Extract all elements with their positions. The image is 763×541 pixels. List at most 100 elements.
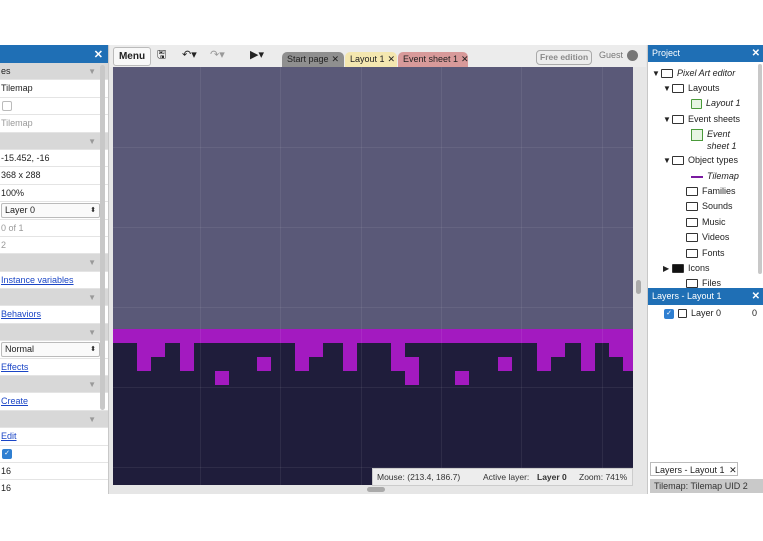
tile-block: [309, 343, 323, 357]
project-tree: ▼ Pixel Art editor ▼ Layouts Layout 1 ▼ Event …: [648, 62, 763, 289]
menu-button[interactable]: Menu: [113, 47, 151, 66]
property-link-text[interactable]: Effects: [1, 362, 28, 372]
property-value: Tilemap: [0, 115, 108, 133]
layer-row[interactable]: ✓ Layer 0 0: [663, 307, 761, 319]
avatar[interactable]: [627, 50, 638, 61]
project-item-label: Fonts: [702, 248, 725, 258]
close-project-icon[interactable]: ✕: [752, 45, 760, 62]
grid-line: [280, 67, 281, 485]
property-link[interactable]: Behaviors: [0, 306, 108, 324]
project-item[interactable]: Sounds: [677, 200, 733, 212]
property-checkbox[interactable]: ✓: [0, 446, 108, 463]
tile-block: [151, 343, 165, 357]
tile-block: [537, 357, 551, 371]
expand-down-icon[interactable]: ▼: [652, 68, 661, 80]
property-checkbox[interactable]: [0, 98, 108, 116]
chevron-down-icon[interactable]: ▼: [88, 411, 96, 427]
close-tab-icon[interactable]: ✕: [729, 465, 737, 475]
select-value: Layer 0: [5, 205, 36, 216]
expand-down-icon[interactable]: ▼: [663, 83, 672, 95]
play-icon[interactable]: ▶▾: [250, 48, 264, 62]
close-tab-icon[interactable]: ✕: [461, 54, 469, 64]
folder-icon: [686, 279, 698, 289]
tile-block: [609, 343, 623, 357]
layout-canvas[interactable]: [113, 67, 633, 485]
project-item[interactable]: ▼ Layouts: [663, 82, 720, 95]
close-tab-icon[interactable]: ✕: [332, 54, 340, 64]
project-item-label: Families: [702, 186, 736, 196]
property-link-text[interactable]: Edit: [1, 431, 17, 441]
tile-block: [137, 343, 151, 357]
lock-icon[interactable]: [678, 309, 687, 319]
project-item[interactable]: ▶ Icons: [663, 262, 710, 275]
property-link-text[interactable]: Instance variables: [1, 275, 74, 285]
expand-right-icon[interactable]: ▶: [663, 263, 672, 275]
tile-ground-band: [113, 329, 633, 343]
checkbox-icon[interactable]: ✓: [2, 449, 12, 460]
tile-block: [343, 343, 357, 357]
properties-panel: ✕ es ▼ Tilemap Tilemap ▼ -15.452, -16 368 x 28…: [0, 45, 109, 494]
project-item-label: Icons: [688, 263, 710, 273]
zoom-level: Zoom: 741%: [579, 472, 628, 482]
property-value: 16: [0, 463, 108, 481]
chevron-down-icon[interactable]: ▼: [88, 133, 96, 149]
folder-icon: [686, 187, 698, 197]
grid-line: [113, 227, 633, 228]
select-value: Normal: [5, 344, 35, 355]
tab-1[interactable]: Layout 1 ✕: [345, 52, 397, 67]
chevron-down-icon[interactable]: ▼: [88, 254, 96, 270]
chevron-down-icon[interactable]: ▼: [88, 324, 96, 340]
tile-block: [498, 357, 512, 371]
chevron-down-icon[interactable]: ▼: [88, 376, 96, 392]
expand-down-icon[interactable]: ▼: [663, 155, 672, 167]
property-section-header: ▼: [0, 254, 108, 272]
property-link[interactable]: Instance variables: [0, 272, 108, 290]
canvas-vertical-scrollbar[interactable]: [636, 280, 641, 294]
project-item-label: Pixel Art editor: [677, 68, 736, 78]
checkbox-icon[interactable]: [2, 101, 12, 112]
properties-header: ✕: [0, 45, 108, 63]
folder-icon: [661, 69, 673, 79]
project-scrollbar[interactable]: [758, 64, 762, 274]
project-item[interactable]: Layout 1: [691, 97, 741, 109]
property-link[interactable]: Effects: [0, 359, 108, 377]
layer-index: 0: [751, 308, 757, 318]
project-item[interactable]: Music: [677, 216, 726, 228]
property-link-text[interactable]: Create: [1, 396, 28, 406]
tab-label: Layout 1: [350, 54, 385, 64]
close-tab-icon[interactable]: ✕: [388, 54, 396, 64]
project-item[interactable]: ▼ Pixel Art editor: [652, 67, 735, 80]
tab-0[interactable]: Start page ✕: [282, 52, 344, 67]
canvas-horizontal-scrollbar[interactable]: [367, 487, 385, 492]
chevron-down-icon[interactable]: ▼: [88, 289, 96, 305]
tab-layers-layout[interactable]: Layers - Layout 1 ✕: [650, 462, 738, 476]
chevron-down-icon[interactable]: ▼: [88, 63, 96, 79]
tab-tilemap[interactable]: Tilemap: Tilemap UID 2: [650, 479, 763, 493]
expand-down-icon[interactable]: ▼: [663, 114, 672, 126]
property-select[interactable]: Layer 0 ⬍: [0, 202, 108, 220]
project-item[interactable]: Fonts: [677, 247, 725, 259]
tab-2[interactable]: Event sheet 1 ✕: [398, 52, 469, 67]
close-properties-icon[interactable]: ✕: [94, 48, 103, 61]
properties-scrollbar[interactable]: [100, 65, 105, 410]
undo-icon[interactable]: ↶▾: [182, 48, 197, 62]
project-header: Project ✕: [648, 45, 763, 62]
close-layers-icon[interactable]: ✕: [752, 288, 760, 305]
redo-icon[interactable]: ↷▾: [210, 48, 225, 62]
project-item[interactable]: Event sheet 1: [691, 128, 747, 152]
project-item[interactable]: ▼ Event sheets: [663, 113, 740, 126]
project-item[interactable]: Families: [677, 185, 736, 197]
property-select[interactable]: Normal ⬍: [0, 341, 108, 359]
user-label[interactable]: Guest: [599, 50, 623, 60]
project-item[interactable]: ▼ Object types: [663, 154, 738, 167]
project-item[interactable]: Tilemap: [691, 170, 739, 182]
property-link-text[interactable]: Behaviors: [1, 309, 41, 319]
property-link[interactable]: Edit: [0, 428, 108, 446]
section-label: es: [1, 66, 11, 76]
save-icon[interactable]: 🖫: [157, 48, 166, 62]
tile-block: [391, 343, 405, 357]
layer-visible-checkbox[interactable]: ✓: [664, 308, 674, 319]
property-link[interactable]: Create: [0, 393, 108, 411]
project-item[interactable]: Videos: [677, 231, 729, 243]
property-section-header: ▼: [0, 410, 108, 429]
